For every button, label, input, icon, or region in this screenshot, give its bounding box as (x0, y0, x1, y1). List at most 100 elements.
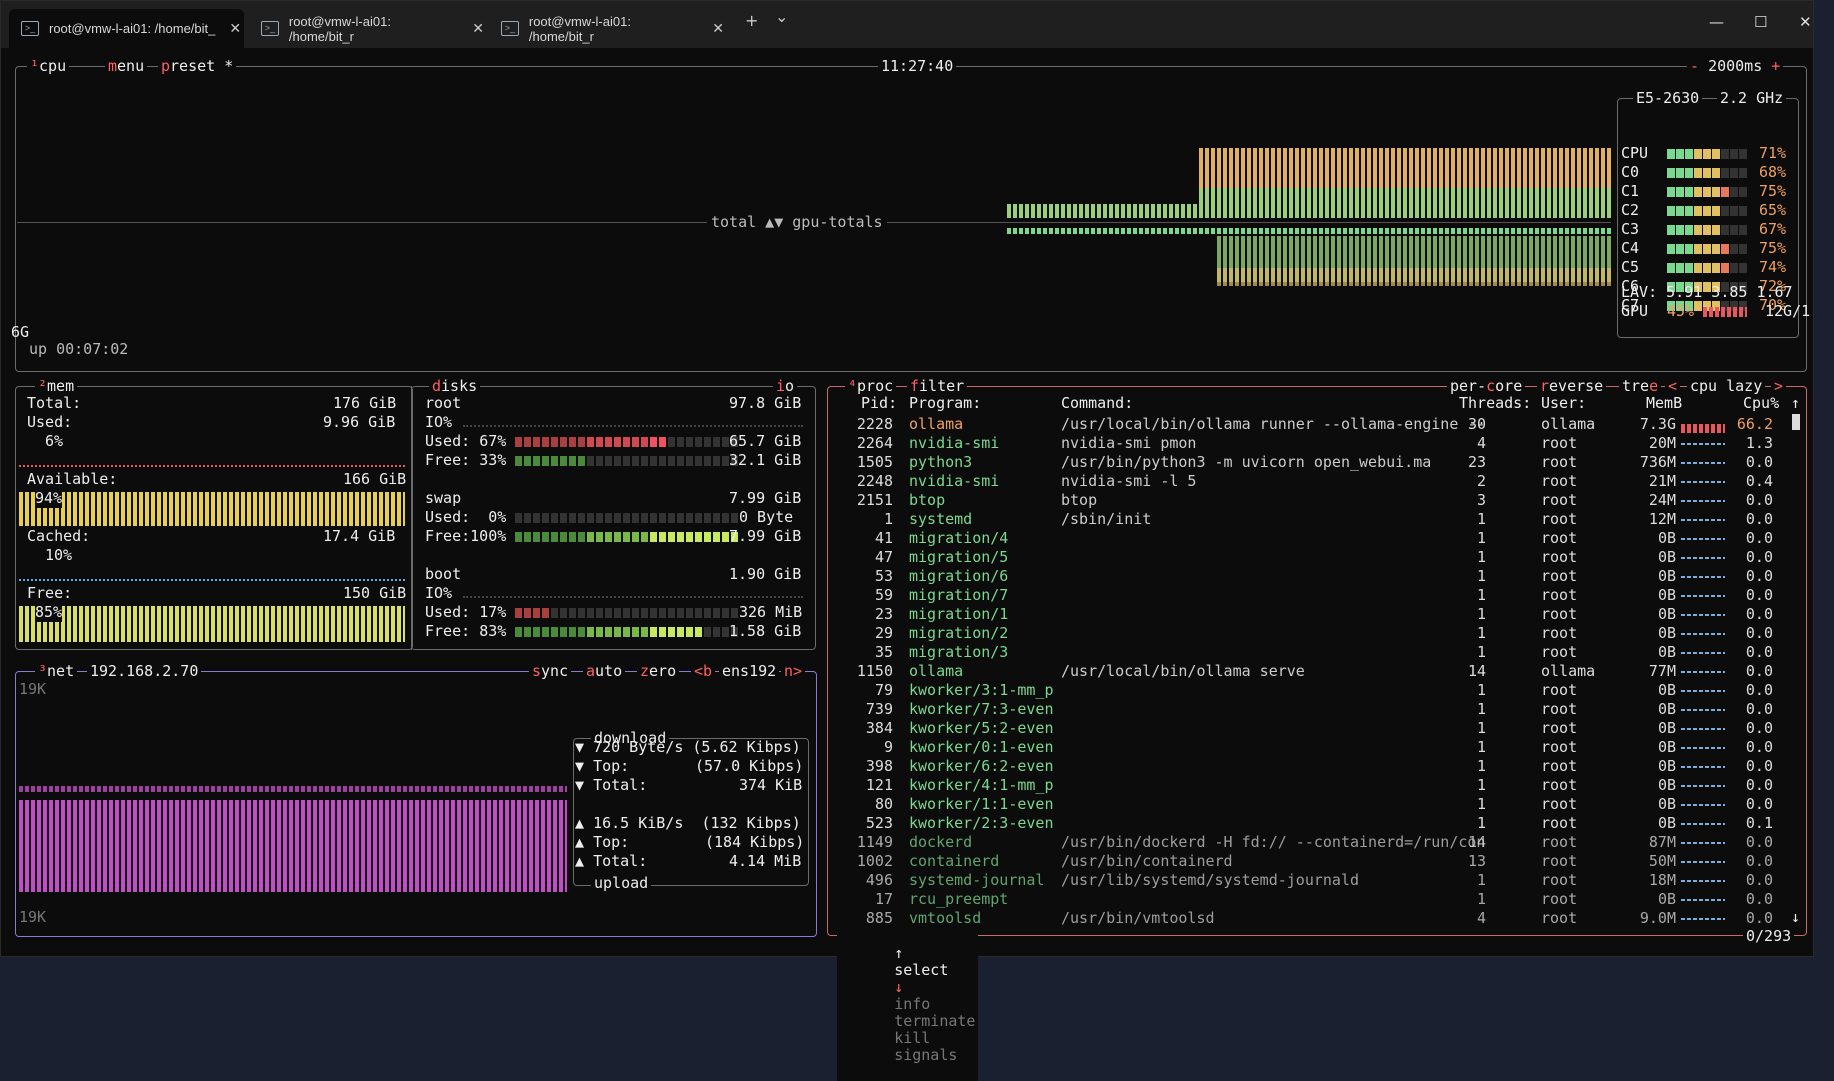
process-threads: 4 (1476, 909, 1486, 927)
process-row[interactable]: 1002 containerd/usr/bin/containerd 13 root 5… (831, 852, 1791, 870)
terminal-content[interactable]: ¹cpu menu preset * 11:27:40 - 2000ms + t… (1, 48, 1813, 1081)
terminate-button[interactable]: terminate (894, 1012, 975, 1030)
process-pid: 59 (874, 586, 893, 604)
process-row[interactable]: 496 systemd-journal/usr/lib/systemd/syste… (831, 871, 1791, 889)
menu-button[interactable]: menu (105, 58, 148, 75)
scrollbar-thumb[interactable] (1792, 414, 1800, 430)
download-top: ▼ Top: (575, 757, 630, 775)
process-program: kworker/1:1-even (909, 795, 1054, 813)
process-threads: 30 (1467, 415, 1486, 433)
process-user: root (1541, 605, 1578, 623)
process-program: systemd (909, 510, 973, 528)
disks-panel-title[interactable]: disks (429, 378, 481, 395)
disk-root-free-label: Free: 33% (425, 451, 507, 469)
new-tab-button[interactable]: + (745, 11, 758, 30)
header-mem[interactable]: MemB (1646, 394, 1682, 413)
header-cpu[interactable]: Cpu% (1743, 394, 1779, 413)
process-row[interactable]: 885 vmtoolsd/usr/bin/vmtoolsd 4 root 9.0M 0.0 (831, 909, 1791, 927)
net-download-graph (19, 786, 567, 792)
process-row[interactable]: 80 kworker/1:1-even 1 root 0B 0.0 (831, 795, 1791, 813)
process-row[interactable]: 384 kworker/5:2-even 1 root 0B 0.0 (831, 719, 1791, 737)
process-command: nvidia-smi pmon (1061, 434, 1197, 452)
info-button[interactable]: info (894, 995, 930, 1013)
tab-3[interactable]: >_ root@vmw-l-ai01: /home/bit_r ✕ (489, 9, 724, 48)
process-row[interactable]: 739 kworker/7:3-even 1 root 0B 0.0 (831, 700, 1791, 718)
cpu-core-percent: 65% (1759, 201, 1787, 219)
process-row[interactable]: 79 kworker/3:1-mm_p 1 root 0B 0.0 (831, 681, 1791, 699)
net-panel-title[interactable]: ³net (35, 663, 78, 680)
process-row[interactable]: 523 kworker/2:3-even 1 root 0B 0.1 (831, 814, 1791, 832)
process-row[interactable]: 29 migration/2 1 root 0B 0.0 (831, 624, 1791, 642)
process-row[interactable]: 1505 python3/usr/bin/python3 -m uvicorn o… (831, 453, 1791, 471)
tab-dropdown-button[interactable]: ⌄ (775, 7, 788, 26)
process-threads: 1 (1476, 605, 1486, 623)
process-row[interactable]: 35 migration/3 1 root 0B 0.0 (831, 643, 1791, 661)
header-user[interactable]: User: (1541, 394, 1586, 413)
header-threads[interactable]: Threads: (1459, 394, 1531, 413)
zero-toggle[interactable]: zero (637, 663, 680, 680)
select-down-icon[interactable]: ↓ (894, 978, 903, 996)
uptime: up 00:07:02 (29, 340, 129, 358)
close-tab-icon[interactable]: ✕ (712, 20, 724, 37)
process-cpu-graph (1681, 918, 1725, 920)
process-threads: 23 (1467, 453, 1486, 471)
tab-2[interactable]: >_ root@vmw-l-ai01: /home/bit_r ✕ (249, 9, 484, 48)
close-tab-icon[interactable]: ✕ (472, 20, 484, 37)
header-command[interactable]: Command: (1061, 394, 1133, 413)
process-threads: 1 (1476, 624, 1486, 642)
preset-button[interactable]: preset * (158, 58, 237, 75)
process-threads: 1 (1476, 510, 1486, 528)
disk-boot-free-meter (515, 627, 738, 637)
process-cpu: 0.0 (1745, 852, 1773, 870)
header-pid[interactable]: Pid: (861, 394, 897, 413)
next-interface-button[interactable]: n> (781, 663, 806, 680)
update-interval[interactable]: - 2000ms + (1687, 58, 1784, 75)
mem-cached-pct: 10% (45, 546, 73, 564)
process-row[interactable]: 59 migration/7 1 root 0B 0.0 (831, 586, 1791, 604)
process-row[interactable]: 53 migration/6 1 root 0B 0.0 (831, 567, 1791, 585)
process-user: ollama (1541, 415, 1596, 433)
proc-footer: ↑ select ↓ info terminate kill signals (837, 928, 979, 1081)
tab-1[interactable]: >_ root@vmw-l-ai01: /home/bit_ ✕ (9, 9, 244, 48)
process-row[interactable]: 1150 ollama/usr/local/bin/ollama serve 14 o… (831, 662, 1791, 680)
process-user: root (1541, 814, 1578, 832)
io-toggle[interactable]: io (773, 378, 798, 395)
process-row[interactable]: 2248 nvidia-smi nvidia-smi -l 5 2 root 21M 0.4 (831, 472, 1791, 490)
process-row[interactable]: 9 kworker/0:1-even 1 root 0B 0.0 (831, 738, 1791, 756)
mem-total-label: Total: (27, 394, 82, 412)
process-row[interactable]: 1149 dockerd/usr/bin/dockerd -H fd:// --c… (831, 833, 1791, 851)
scroll-down-icon[interactable]: ↓ (1791, 908, 1800, 927)
disk-swap-used-label: Used: 0% (425, 508, 507, 526)
kill-button[interactable]: kill (894, 1029, 930, 1047)
process-list[interactable]: 2228 ollama/usr/local/bin/ollama runner -… (831, 415, 1791, 927)
maximize-button[interactable]: ☐ (1754, 13, 1767, 31)
process-row[interactable]: 1 systemd/sbin/init 1 root 12M 0.0 (831, 510, 1791, 528)
process-cpu-graph (1681, 462, 1725, 464)
signals-button[interactable]: signals (894, 1046, 957, 1064)
minimize-button[interactable]: — (1709, 13, 1724, 31)
close-tab-icon[interactable]: ✕ (229, 20, 241, 37)
process-user: root (1541, 510, 1578, 528)
process-cpu: 0.0 (1745, 624, 1773, 642)
process-row[interactable]: 398 kworker/6:2-even 1 root 0B 0.0 (831, 757, 1791, 775)
process-row[interactable]: 2228 ollama/usr/local/bin/ollama runner -… (831, 415, 1791, 433)
scroll-up-icon[interactable]: ↑ (1791, 394, 1800, 413)
prev-interface-button[interactable]: <b (691, 663, 716, 680)
process-row[interactable]: 23 migration/1 1 root 0B 0.0 (831, 605, 1791, 623)
process-row[interactable]: 2264 nvidia-smi nvidia-smi pmon 4 root 20M 1.3 (831, 434, 1791, 452)
cpu-panel-title[interactable]: ¹cpu (27, 58, 70, 75)
process-row[interactable]: 17 rcu_preempt 1 root 0B 0.0 (831, 890, 1791, 908)
select-up-icon[interactable]: ↑ (894, 944, 903, 962)
process-cpu: 0.0 (1745, 567, 1773, 585)
close-button[interactable]: ✕ (1799, 13, 1812, 31)
process-row[interactable]: 47 migration/5 1 root 0B 0.0 (831, 548, 1791, 566)
auto-toggle[interactable]: auto (583, 663, 626, 680)
mem-panel-title[interactable]: ²mem (35, 378, 78, 395)
header-program[interactable]: Program: (909, 394, 981, 413)
disk-root-used-label: Used: 67% (425, 432, 507, 450)
process-row[interactable]: 2151 btop btop 3 root 24M 0.0 (831, 491, 1791, 509)
process-row[interactable]: 41 migration/4 1 root 0B 0.0 (831, 529, 1791, 547)
sync-toggle[interactable]: sync (529, 663, 572, 680)
cpu-core-percent: 68% (1759, 163, 1787, 181)
process-row[interactable]: 121 kworker/4:1-mm_p 1 root 0B 0.0 (831, 776, 1791, 794)
